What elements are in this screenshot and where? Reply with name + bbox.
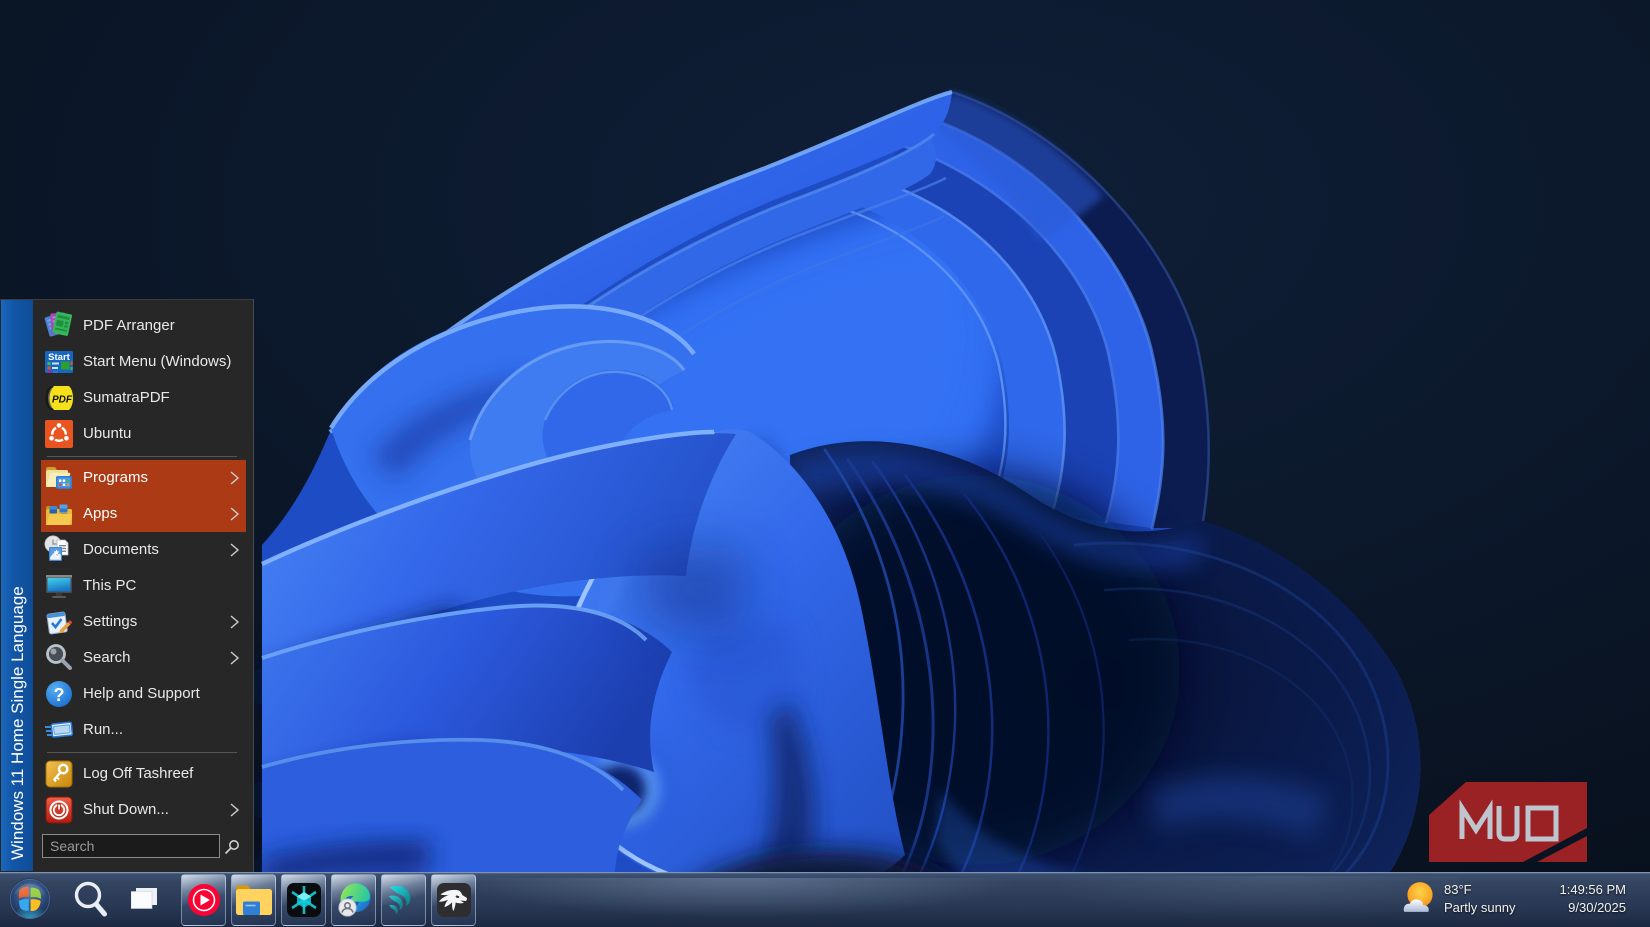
svg-text:Start: Start — [48, 352, 70, 363]
svg-text:?: ? — [54, 685, 65, 705]
svg-text:PDF: PDF — [52, 395, 73, 406]
svg-text:Windows 11 Home Single Languag: Windows 11 Home Single Language — [8, 586, 27, 860]
